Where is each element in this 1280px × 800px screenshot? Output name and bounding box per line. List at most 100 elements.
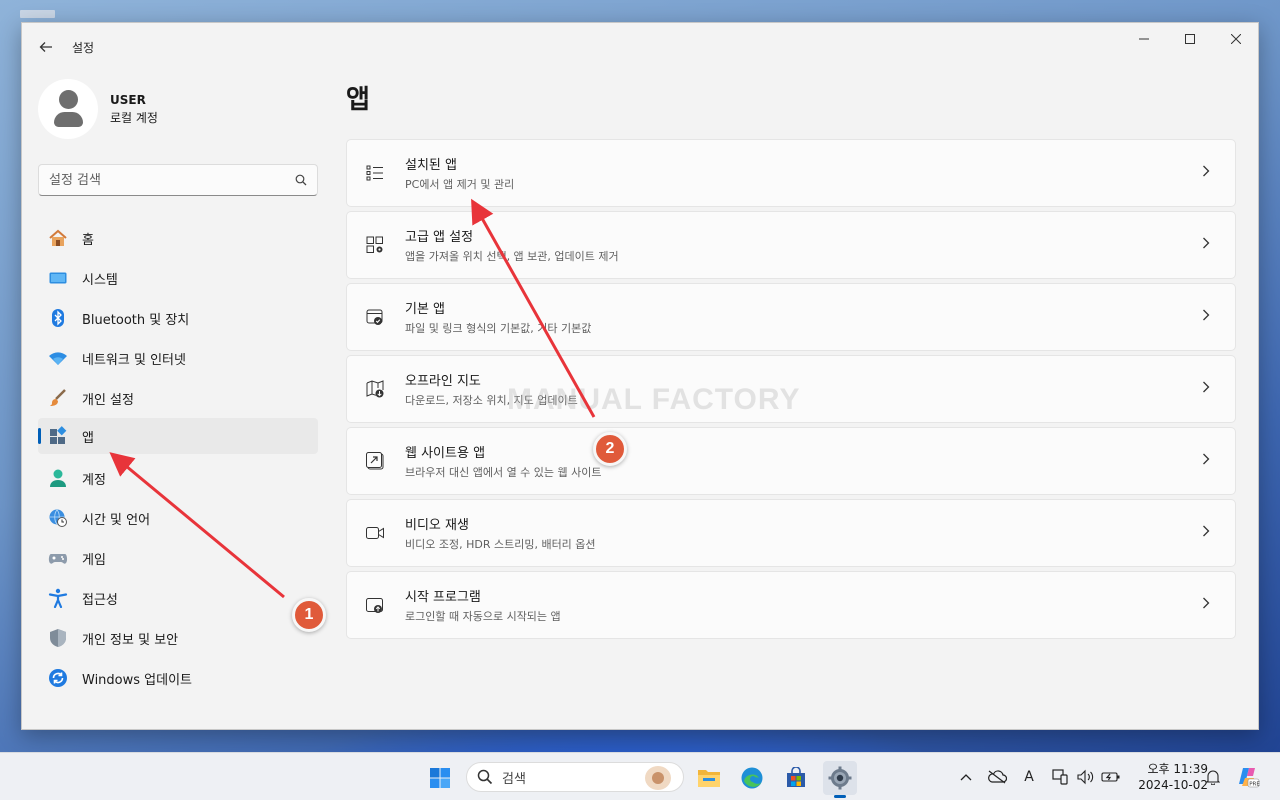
microsoft-store-button[interactable] xyxy=(779,761,813,795)
clock-date: 2024-10-02 xyxy=(1138,778,1208,792)
tray-overflow-button[interactable] xyxy=(954,753,978,800)
close-button[interactable] xyxy=(1213,23,1258,55)
windows-logo-icon xyxy=(430,768,450,788)
bluetooth-icon xyxy=(48,308,68,328)
default-apps-icon xyxy=(364,306,386,328)
sidebar-item-system[interactable]: 시스템 xyxy=(38,260,318,296)
chevron-right-icon xyxy=(1191,309,1221,325)
tray-battery[interactable] xyxy=(1099,753,1123,800)
offline-map-icon xyxy=(364,378,386,400)
file-explorer-button[interactable] xyxy=(692,761,726,795)
taskbar-search-placeholder: 검색 xyxy=(502,771,526,787)
wifi-icon xyxy=(48,348,68,368)
card-title: 설치된 앱 xyxy=(405,158,457,173)
taskbar-search[interactable]: 검색 xyxy=(466,762,684,792)
settings-search[interactable] xyxy=(38,164,318,196)
web-apps-icon xyxy=(364,450,386,472)
sidebar-item-label: 앱 xyxy=(82,430,94,446)
clock-time: 오후 11:39 xyxy=(1147,762,1208,776)
chevron-right-icon xyxy=(1191,453,1221,469)
sidebar-item-privacy-security[interactable]: 개인 정보 및 보안 xyxy=(38,620,318,656)
step-badge-1: 1 xyxy=(292,598,326,632)
edge-browser-button[interactable] xyxy=(735,761,769,795)
sidebar-item-label: 시스템 xyxy=(82,272,118,288)
globe-clock-icon xyxy=(48,508,68,528)
sidebar-item-accessibility[interactable]: 접근성 xyxy=(38,580,318,616)
tray-display[interactable] xyxy=(1048,753,1072,800)
back-button[interactable] xyxy=(34,35,58,59)
avatar xyxy=(38,79,98,139)
phone-link-icon xyxy=(1052,769,1068,785)
search-input[interactable] xyxy=(49,172,295,188)
sidebar-item-windows-update[interactable]: Windows 업데이트 xyxy=(38,660,318,696)
user-profile[interactable]: USER 로컬 계정 xyxy=(38,79,158,139)
sidebar-item-gaming[interactable]: 게임 xyxy=(38,540,318,576)
accessibility-icon xyxy=(48,588,68,608)
card-advanced-app-settings[interactable]: 고급 앱 설정 앱을 가져올 위치 선택, 앱 보관, 업데이트 제거 xyxy=(346,211,1236,279)
card-subtitle: PC에서 앱 제거 및 관리 xyxy=(405,178,515,191)
cloud-offline-icon xyxy=(988,770,1007,784)
window-title: 설정 xyxy=(72,41,95,55)
startup-icon xyxy=(364,594,386,616)
video-camera-icon xyxy=(364,522,386,544)
chevron-up-icon xyxy=(960,774,972,781)
back-arrow-icon xyxy=(39,42,52,52)
sidebar-item-apps[interactable]: 앱 xyxy=(38,418,318,454)
chevron-right-icon xyxy=(1191,597,1221,613)
sidebar-item-label: 시간 및 언어 xyxy=(82,512,151,528)
card-title: 비디오 재생 xyxy=(405,518,469,533)
tray-onedrive[interactable] xyxy=(984,753,1010,800)
card-subtitle: 파일 및 링크 형식의 기본값, 기타 기본값 xyxy=(405,322,592,335)
card-title: 웹 사이트용 앱 xyxy=(405,446,486,461)
svg-text:PRE: PRE xyxy=(1249,781,1260,787)
sidebar-item-label: 계정 xyxy=(82,472,106,488)
home-icon xyxy=(48,228,68,248)
sidebar-item-label: 개인 정보 및 보안 xyxy=(82,632,179,648)
page-title: 앱 xyxy=(346,85,370,115)
installed-apps-list-icon xyxy=(364,162,386,184)
tray-ime[interactable]: A xyxy=(1016,753,1042,800)
settings-taskbar-button[interactable] xyxy=(823,761,857,798)
card-subtitle: 로그인할 때 자동으로 시작되는 앱 xyxy=(405,610,561,623)
profile-account-type: 로컬 계정 xyxy=(110,110,158,125)
chevron-right-icon xyxy=(1191,237,1221,253)
card-default-apps[interactable]: 기본 앱 파일 및 링크 형식의 기본값, 기타 기본값 xyxy=(346,283,1236,351)
system-display-icon xyxy=(48,268,68,288)
card-installed-apps[interactable]: 설치된 앱 PC에서 앱 제거 및 관리 xyxy=(346,139,1236,207)
sidebar-item-label: 개인 설정 xyxy=(82,392,134,408)
gear-icon xyxy=(828,766,852,790)
battery-charging-icon xyxy=(1101,772,1120,782)
folder-icon xyxy=(698,770,720,787)
sidebar-item-accounts[interactable]: 계정 xyxy=(38,460,318,496)
sidebar-item-label: Windows 업데이트 xyxy=(82,672,193,688)
edge-icon xyxy=(741,767,763,789)
close-icon xyxy=(1231,34,1241,44)
copilot-button[interactable]: PRE xyxy=(1234,753,1262,800)
clock[interactable]: 오후 11:39 2024-10-02 xyxy=(1128,761,1208,793)
search-highlight-icon xyxy=(645,766,671,790)
card-apps-for-websites[interactable]: 웹 사이트용 앱 브라우저 대신 앱에서 열 수 있는 웹 사이트 xyxy=(346,427,1236,495)
start-button[interactable] xyxy=(423,761,457,795)
advanced-apps-icon xyxy=(364,234,386,256)
settings-window: 설정 USER 로컬 계정 홈 시스템 xyxy=(21,22,1259,730)
apps-icon xyxy=(48,426,68,446)
search-icon xyxy=(477,769,493,785)
sidebar-item-network[interactable]: 네트워크 및 인터넷 xyxy=(38,340,318,376)
card-video-playback[interactable]: 비디오 재생 비디오 조정, HDR 스트리밍, 배터리 옵션 xyxy=(346,499,1236,567)
sidebar-item-home[interactable]: 홈 xyxy=(38,220,318,256)
sidebar-item-time-language[interactable]: 시간 및 언어 xyxy=(38,500,318,536)
search-icon xyxy=(295,174,307,186)
maximize-button[interactable] xyxy=(1167,23,1213,55)
card-title: 기본 앱 xyxy=(405,302,446,317)
tray-volume[interactable] xyxy=(1074,753,1098,800)
update-icon xyxy=(48,668,68,688)
sidebar-item-personalization[interactable]: 개인 설정 xyxy=(38,380,318,416)
chevron-right-icon xyxy=(1191,525,1221,541)
desktop-edge xyxy=(20,10,55,18)
minimize-button[interactable] xyxy=(1121,23,1167,55)
minimize-icon xyxy=(1139,38,1149,40)
profile-name: USER xyxy=(110,92,146,107)
sidebar-item-bluetooth[interactable]: Bluetooth 및 장치 xyxy=(38,300,318,336)
card-startup[interactable]: 시작 프로그램 로그인할 때 자동으로 시작되는 앱 xyxy=(346,571,1236,639)
notifications-button[interactable] xyxy=(1202,753,1224,800)
